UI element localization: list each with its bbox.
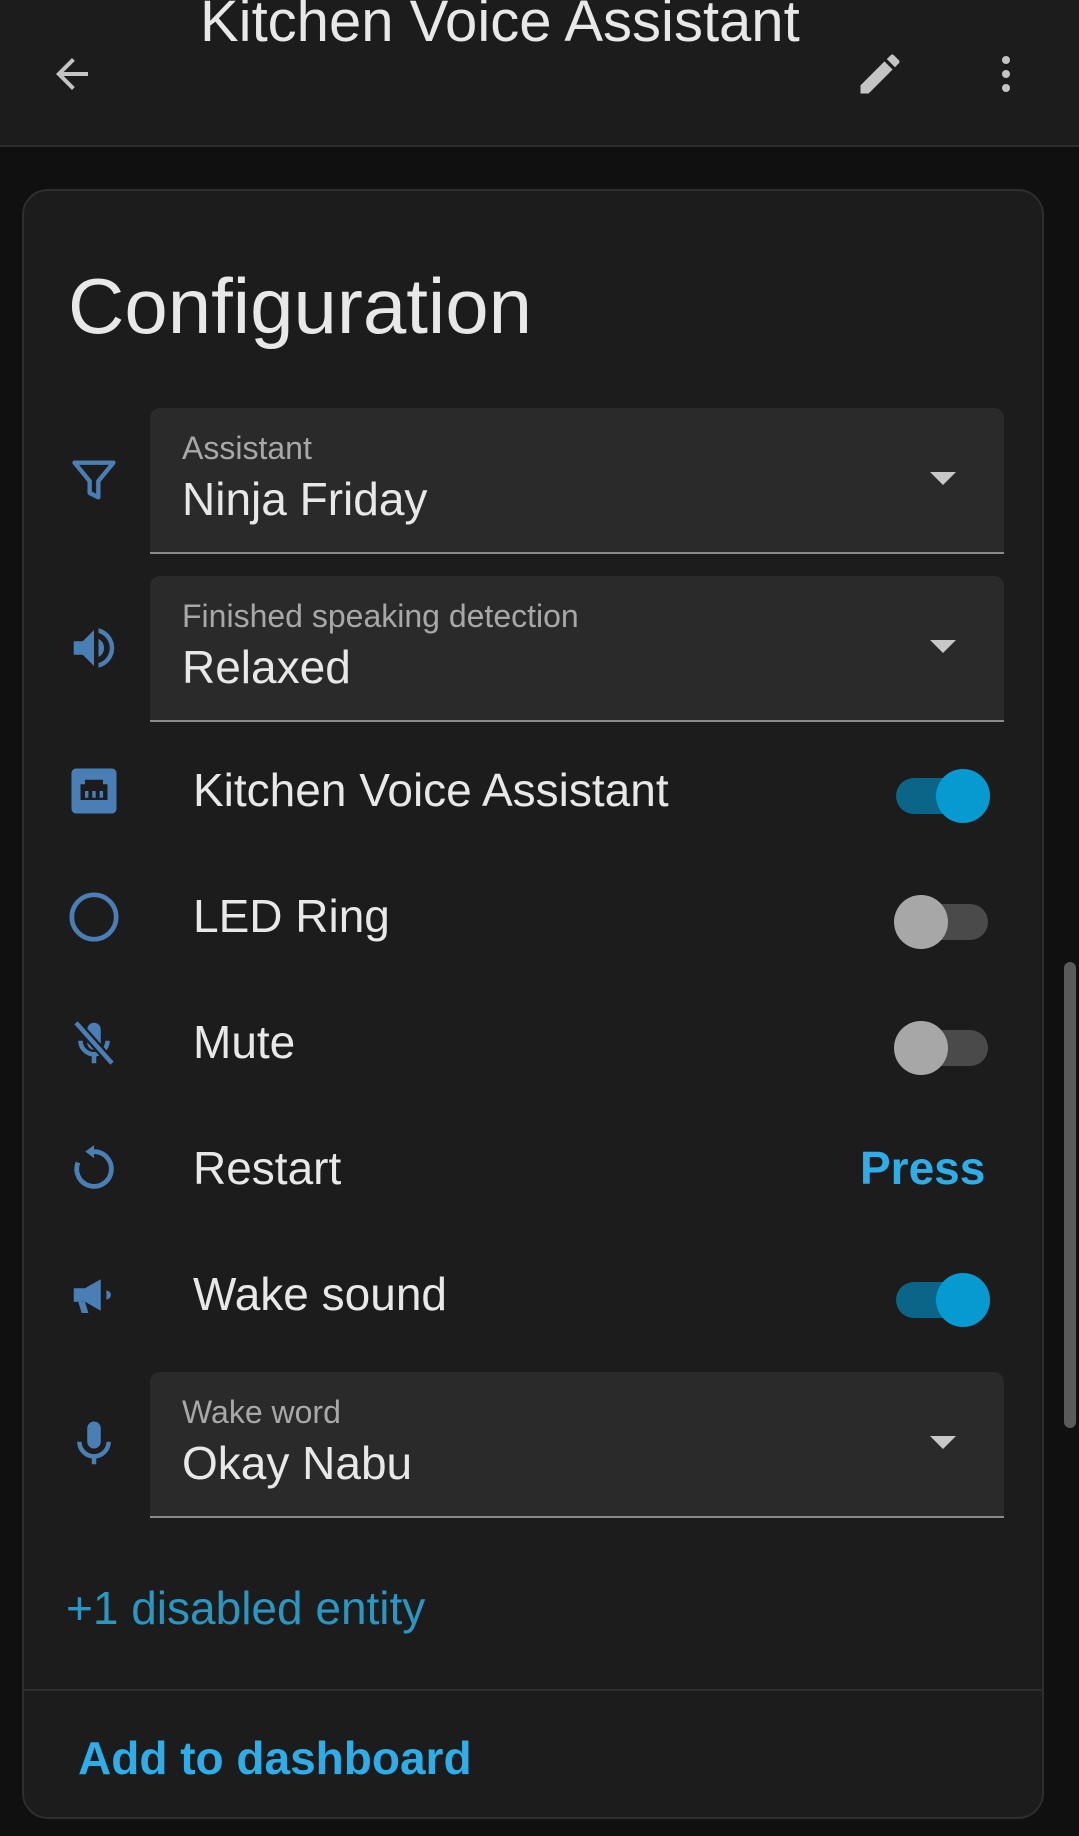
pencil-icon: [860, 54, 900, 94]
more-options-button[interactable]: [978, 46, 1034, 102]
toggle-thumb: [894, 895, 948, 949]
assistant-row: Assistant Ninja Friday: [24, 408, 1046, 554]
toggle-led-ring[interactable]: [894, 887, 990, 949]
scrollbar[interactable]: [1064, 962, 1076, 1428]
toggle-thumb: [936, 769, 990, 823]
card-divider: [24, 1689, 1042, 1691]
toggle-thumb: [936, 1273, 990, 1327]
microphone-icon: [64, 1414, 124, 1474]
entity-row-wake-sound[interactable]: Wake sound: [24, 1235, 1046, 1355]
page-title: Kitchen Voice Assistant: [200, 0, 800, 54]
entity-label-kitchen-voice-assistant: Kitchen Voice Assistant: [193, 764, 669, 816]
caret-down-icon: [930, 1436, 956, 1449]
ethernet-icon: [64, 761, 124, 821]
restart-icon: [64, 1139, 124, 1199]
edit-button[interactable]: [852, 46, 908, 102]
entity-row-restart: Restart Press: [24, 1109, 1046, 1229]
disabled-entities-link[interactable]: +1 disabled entity: [66, 1581, 425, 1635]
entity-label-wake-sound: Wake sound: [193, 1268, 447, 1320]
finished-speaking-select-value: Relaxed: [182, 641, 351, 693]
assistant-select[interactable]: Assistant Ninja Friday: [150, 408, 1004, 554]
volume-icon: [64, 618, 124, 678]
entity-label-led-ring: LED Ring: [193, 890, 390, 942]
assistant-select-value: Ninja Friday: [182, 473, 428, 525]
restart-press-button[interactable]: Press: [860, 1141, 985, 1195]
finished-speaking-select[interactable]: Finished speaking detection Relaxed: [150, 576, 1004, 722]
wake-word-select-label: Wake word: [182, 1394, 341, 1430]
circle-outline-icon: [64, 887, 124, 947]
toggle-thumb: [894, 1021, 948, 1075]
filter-icon: [64, 450, 124, 510]
entity-label-mute: Mute: [193, 1016, 296, 1068]
top-app-bar: Kitchen Voice Assistant: [0, 0, 1079, 147]
entity-label-restart: Restart: [193, 1142, 342, 1194]
wake-word-select[interactable]: Wake word Okay Nabu: [150, 1372, 1004, 1518]
entity-row-mute[interactable]: Mute: [24, 983, 1046, 1103]
wake-word-select-value: Okay Nabu: [182, 1437, 413, 1489]
configuration-card: Configuration Assistant Ninja Friday Fin…: [22, 189, 1044, 1819]
caret-down-icon: [930, 472, 956, 485]
bullhorn-icon: [64, 1265, 124, 1325]
back-button[interactable]: [44, 46, 100, 102]
toggle-kitchen-voice-assistant[interactable]: [894, 761, 990, 823]
wake-word-row: Wake word Okay Nabu: [24, 1372, 1046, 1518]
add-to-dashboard-button[interactable]: Add to dashboard: [78, 1731, 472, 1785]
dots-vertical-icon: [1002, 56, 1010, 92]
entity-row-led-ring[interactable]: LED Ring: [24, 857, 1046, 977]
assistant-select-label: Assistant: [182, 430, 312, 466]
arrow-left-icon: [56, 58, 88, 90]
finished-speaking-row: Finished speaking detection Relaxed: [24, 576, 1046, 722]
toggle-wake-sound[interactable]: [894, 1265, 990, 1327]
caret-down-icon: [930, 640, 956, 653]
toggle-mute[interactable]: [894, 1013, 990, 1075]
microphone-off-icon: [64, 1013, 124, 1073]
card-title: Configuration: [68, 262, 532, 350]
finished-speaking-select-label: Finished speaking detection: [182, 598, 579, 634]
entity-row-kitchen-voice-assistant[interactable]: Kitchen Voice Assistant: [24, 731, 1046, 851]
